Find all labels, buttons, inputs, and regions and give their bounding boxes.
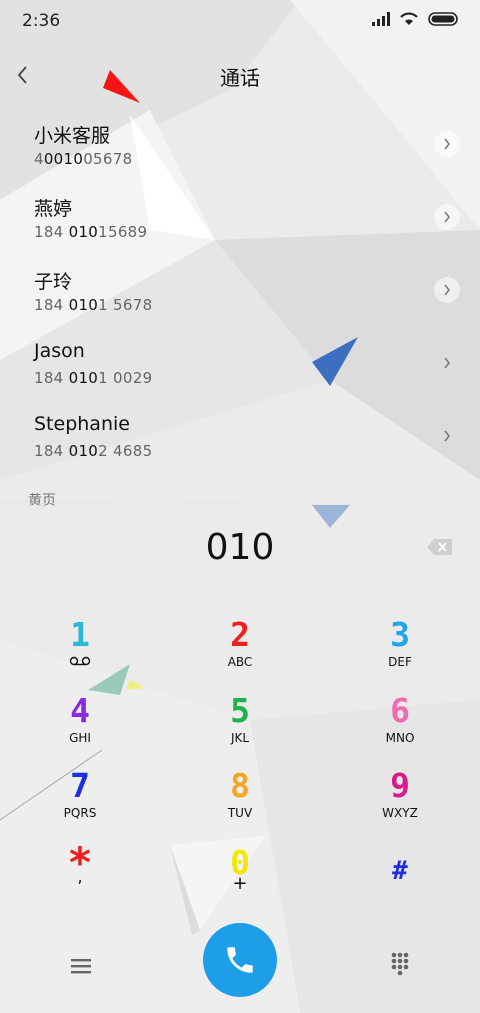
- key-digit: 6: [390, 691, 410, 730]
- key-3[interactable]: 3 DEF: [335, 617, 465, 681]
- key-4[interactable]: 4 GHI: [15, 693, 145, 757]
- call-button[interactable]: [203, 923, 277, 997]
- contact-number: 4001005678: [34, 150, 133, 168]
- key-letters: +: [232, 873, 248, 894]
- app-header: 通话: [0, 50, 480, 100]
- detail-button[interactable]: [434, 350, 460, 376]
- detail-button[interactable]: [434, 423, 460, 449]
- dialer-action-bar: [0, 923, 480, 1003]
- wifi-icon: [400, 12, 418, 25]
- key-digit: 3: [390, 615, 410, 654]
- chevron-right-icon: [444, 357, 450, 369]
- voicemail-icon: [69, 656, 91, 666]
- list-item[interactable]: 小米客服 4001005678: [0, 104, 480, 177]
- keypad-toggle-button[interactable]: [386, 950, 414, 978]
- contact-number: 184 0102 4685: [34, 442, 153, 460]
- contact-name: Stephanie: [34, 413, 130, 435]
- chevron-right-icon: [444, 138, 450, 150]
- phone-icon: [227, 947, 253, 973]
- key-2[interactable]: 2 ABC: [175, 617, 305, 681]
- key-letters: PQRS: [63, 806, 97, 820]
- battery-icon: [428, 12, 458, 26]
- detail-button[interactable]: [434, 277, 460, 303]
- page-title: 通话: [220, 66, 260, 90]
- signal-icon: [372, 12, 390, 26]
- menu-button[interactable]: [66, 951, 96, 981]
- key-star[interactable]: * ,: [15, 842, 145, 909]
- backspace-icon: [427, 539, 452, 555]
- chevron-right-icon: [444, 284, 450, 296]
- key-letters: ABC: [227, 655, 253, 669]
- contact-name: 小米客服: [34, 125, 111, 147]
- menu-icon: [71, 959, 91, 974]
- key-letters: JKL: [230, 731, 250, 745]
- detail-button[interactable]: [434, 204, 460, 230]
- status-bar: 2:36: [0, 0, 480, 42]
- key-1[interactable]: 1: [15, 617, 145, 681]
- key-digit: 4: [70, 691, 90, 730]
- contact-name: Jason: [34, 340, 85, 362]
- key-letters: GHI: [69, 731, 91, 745]
- dial-number-display: 010: [205, 527, 275, 568]
- keypad-icon: [391, 952, 409, 976]
- key-9[interactable]: 9 WXYZ: [335, 768, 465, 832]
- contact-list: 小米客服 4001005678 燕婷 184 01015689 子玲 184 0…: [0, 104, 480, 469]
- key-6[interactable]: 6 MNO: [335, 693, 465, 757]
- delete-button[interactable]: [426, 537, 454, 557]
- key-7[interactable]: 7 PQRS: [15, 768, 145, 832]
- key-digit: 1: [70, 615, 90, 654]
- chevron-right-icon: [444, 430, 450, 442]
- key-letters: ,: [77, 867, 83, 886]
- key-digit: 8: [230, 766, 250, 805]
- chevron-right-icon: [444, 211, 450, 223]
- dialer-panel: 010 1 2 ABC 3 DEF 4 GHI 5 JKL 6 MNO 7 PQ…: [0, 505, 480, 1013]
- list-item[interactable]: Stephanie 184 0102 4685: [0, 396, 480, 469]
- contact-number: 184 01015689: [34, 223, 148, 241]
- key-0[interactable]: 0 +: [175, 845, 305, 909]
- contact-number: 184 0101 5678: [34, 296, 153, 314]
- key-8[interactable]: 8 TUV: [175, 768, 305, 832]
- key-digit: 7: [70, 766, 90, 805]
- key-letters: DEF: [388, 655, 412, 669]
- contact-number: 184 0101 0029: [34, 369, 153, 387]
- key-hash[interactable]: #: [335, 853, 465, 917]
- key-digit: 2: [230, 615, 250, 654]
- key-letters: TUV: [227, 806, 253, 820]
- contact-name: 子玲: [34, 271, 73, 293]
- key-digit: 9: [390, 766, 410, 805]
- list-item[interactable]: 子玲 184 0101 5678: [0, 250, 480, 323]
- detail-button[interactable]: [434, 131, 460, 157]
- key-5[interactable]: 5 JKL: [175, 693, 305, 757]
- list-item[interactable]: Jason 184 0101 0029: [0, 323, 480, 396]
- list-item[interactable]: 燕婷 184 01015689: [0, 177, 480, 250]
- key-digit: #: [392, 856, 408, 886]
- status-time: 2:36: [22, 11, 61, 31]
- contact-name: 燕婷: [34, 198, 73, 220]
- key-letters: WXYZ: [382, 806, 418, 820]
- key-letters: MNO: [385, 731, 415, 745]
- key-digit: 5: [230, 691, 250, 730]
